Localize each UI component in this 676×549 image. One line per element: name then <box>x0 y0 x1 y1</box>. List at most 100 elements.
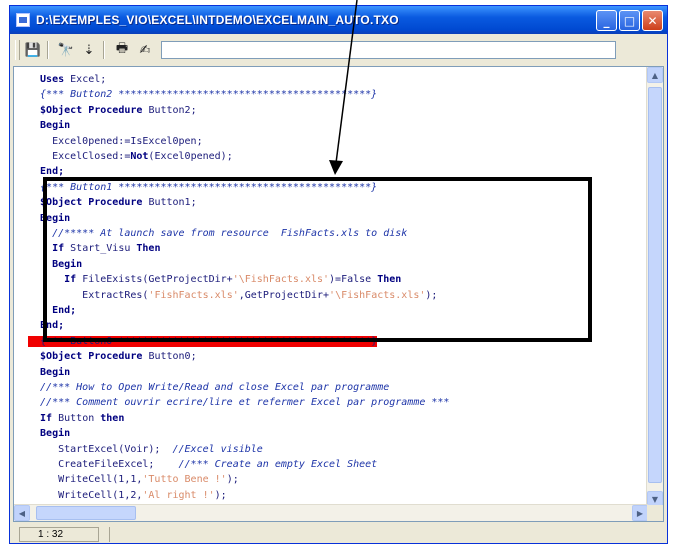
minimize-button[interactable]: _ <box>596 10 617 31</box>
horizontal-scrollbar[interactable]: ◀ ▶ <box>14 504 648 521</box>
code-token: ExcelClosed:= <box>28 151 131 162</box>
code-line[interactable]: {*** Button1 ***************************… <box>28 180 377 195</box>
code-line[interactable]: If Button then <box>28 411 124 426</box>
keyword-token: End; <box>28 320 65 332</box>
code-editor[interactable]: Uses Excel; {*** Button2 ***************… <box>13 66 664 522</box>
code-line[interactable]: Excel0pened:=IsExcel0pen; <box>28 134 203 149</box>
code-line[interactable]: CreateFileExcel; //*** Create an empty E… <box>28 457 377 472</box>
code-line[interactable]: $Object Procedure Button1; <box>28 195 197 210</box>
keyword-token: Not <box>130 151 149 162</box>
code-line[interactable]: ExcelClosed:=Not(Excel0pened); <box>28 149 233 164</box>
keyword-token: Begin <box>28 120 71 132</box>
toolbar: 💾 🔭 ⇣ 🖶 ✍ <box>11 35 666 65</box>
code-token: FileExists(GetProjectDir+ <box>82 274 233 286</box>
code-token: Button <box>58 412 101 424</box>
code-line[interactable]: //*** How to Open Write/Read and close E… <box>28 380 389 395</box>
code-line[interactable]: If Start_Visu Then <box>28 241 160 256</box>
code-line[interactable]: Begin <box>28 211 70 226</box>
code-token: Excel0pened:=IsExcel0pen; <box>28 135 203 147</box>
code-token: (Excel0pened); <box>148 151 233 162</box>
code-line[interactable]: End; <box>28 164 64 179</box>
status-bar: 1 : 32 <box>11 526 666 543</box>
keyword-token: $Object <box>28 104 89 116</box>
code-line[interactable]: //***** At launch save from resource Fis… <box>28 226 407 241</box>
vertical-scrollbar[interactable]: ▲ ▼ <box>646 67 663 507</box>
comment-token: //***** At launch save from resource Fis… <box>28 228 408 239</box>
code-line[interactable]: $Object Procedure Button0; <box>28 349 197 364</box>
keyword-token: End; <box>28 305 77 316</box>
code-line[interactable]: {*** Button0 ***************************… <box>28 334 378 349</box>
comment-token: {*** Button2 ***************************… <box>28 89 378 101</box>
cursor-position: 1 : 32 <box>19 527 99 542</box>
comment-token: //*** Create an empty Excel Sheet <box>178 459 378 470</box>
keyword-token: Procedure <box>88 197 149 209</box>
code-line[interactable]: Begin <box>28 365 70 380</box>
keyword-token: Procedure <box>88 104 149 116</box>
highlighted-line: {*** Button0 ***************************… <box>28 335 378 347</box>
keyword-token: If <box>28 243 71 255</box>
vertical-scroll-thumb[interactable] <box>648 87 662 483</box>
code-token: ,GetProjectDir+ <box>238 289 330 301</box>
code-token: ); <box>226 474 239 486</box>
find-next-icon[interactable]: ⇣ <box>79 40 99 60</box>
string-token: 'Tutto Bene !' <box>142 474 227 486</box>
code-token: Start_Visu <box>70 243 137 255</box>
code-token: Button0; <box>148 351 197 363</box>
edit-tool-icon[interactable]: ✍ <box>135 40 155 60</box>
editor-window: D:\EXEMPLES_VIO\EXCEL\INTDEMO\EXCELMAIN_… <box>9 5 668 544</box>
status-panel <box>109 527 666 542</box>
scroll-up-icon[interactable]: ▲ <box>647 67 663 83</box>
code-line[interactable]: Begin <box>28 426 70 441</box>
keyword-token: If <box>28 274 83 286</box>
scroll-left-icon[interactable]: ◀ <box>14 505 30 521</box>
maximize-button[interactable]: □ <box>619 10 640 31</box>
code-token: StartExcel(Voir); <box>28 443 173 455</box>
code-token: )=False <box>329 274 378 286</box>
code-token: ); <box>214 489 227 501</box>
string-token: 'FishFacts.xls' <box>148 289 239 301</box>
code-area[interactable]: Uses Excel; {*** Button2 ***************… <box>14 67 648 507</box>
toolbar-input[interactable] <box>161 41 616 59</box>
close-button[interactable]: ✕ <box>642 10 663 31</box>
code-line[interactable]: $Object Procedure Button2; <box>28 103 197 118</box>
code-line[interactable]: WriteCell(1,2,'Al right !'); <box>28 488 227 503</box>
code-line[interactable]: Begin <box>28 118 70 133</box>
scroll-corner <box>647 505 663 521</box>
keyword-token: Begin <box>28 428 71 440</box>
code-line[interactable]: //*** Comment ouvrir ecrire/lire et refe… <box>28 395 449 410</box>
code-line[interactable]: Begin <box>28 257 82 272</box>
print-icon[interactable]: 🖶 <box>112 40 132 60</box>
keyword-token: Then <box>377 274 402 286</box>
code-token: Button2; <box>148 104 197 116</box>
comment-token: {*** Button1 ***************************… <box>28 181 378 193</box>
comment-token: //*** How to Open Write/Read and close E… <box>28 382 390 393</box>
code-line[interactable]: WriteCell(1,1,'Tutto Bene !'); <box>28 472 239 487</box>
code-line[interactable]: {*** Button2 ***************************… <box>28 87 377 102</box>
keyword-token: Then <box>136 243 161 255</box>
horizontal-scroll-thumb[interactable] <box>36 506 136 520</box>
code-line[interactable]: End; <box>28 318 64 333</box>
code-line[interactable]: If FileExists(GetProjectDir+'\FishFacts.… <box>28 272 401 287</box>
keyword-token: Begin <box>28 366 71 378</box>
keyword-token: Begin <box>28 258 83 270</box>
keyword-token: Uses <box>28 74 71 85</box>
toolbar-grip-icon[interactable] <box>15 40 20 60</box>
code-token: Button1; <box>148 197 197 209</box>
keyword-token: then <box>100 412 125 424</box>
code-line[interactable]: End; <box>28 303 76 318</box>
binoculars-icon[interactable]: 🔭 <box>56 40 76 60</box>
string-token: 'Al right !' <box>142 489 215 501</box>
scroll-right-icon[interactable]: ▶ <box>632 505 648 521</box>
title-bar[interactable]: D:\EXEMPLES_VIO\EXCEL\INTDEMO\EXCELMAIN_… <box>10 6 667 34</box>
code-line[interactable]: StartExcel(Voir); //Excel visible <box>28 442 263 457</box>
code-token: WriteCell(1,2, <box>28 489 143 501</box>
code-token: ); <box>425 289 438 301</box>
comment-token: //*** Comment ouvrir ecrire/lire et refe… <box>28 397 450 409</box>
code-line[interactable]: Uses Excel; <box>28 72 106 87</box>
comment-token: //Excel visible <box>172 443 263 455</box>
code-token: Excel; <box>70 74 107 85</box>
save-icon[interactable]: 💾 <box>23 40 43 60</box>
code-line[interactable]: ExtractRes('FishFacts.xls',GetProjectDir… <box>28 288 437 303</box>
string-token: '\FishFacts.xls' <box>232 274 330 286</box>
code-token: ExtractRes( <box>28 289 149 301</box>
